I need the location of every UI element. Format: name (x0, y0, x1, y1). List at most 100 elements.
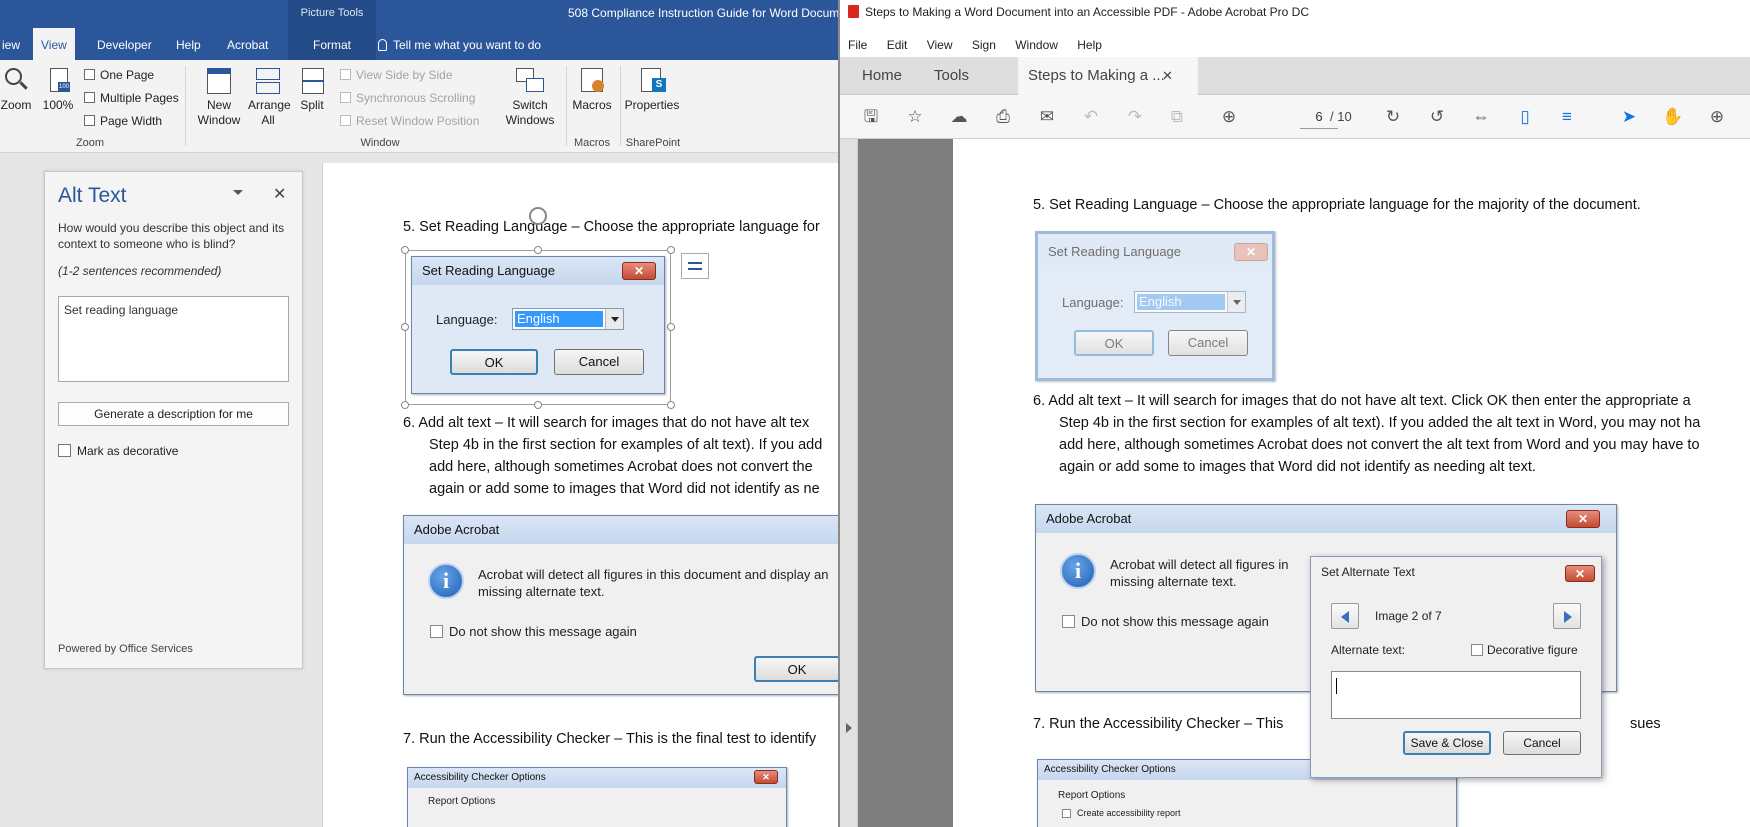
generate-description-button[interactable]: Generate a description for me (58, 402, 289, 426)
mark-decorative-checkbox[interactable]: Mark as decorative (58, 444, 178, 458)
language-select[interactable]: English (512, 308, 624, 330)
navigation-pane-toggle[interactable] (840, 139, 858, 827)
menu-window[interactable]: Window (1015, 38, 1058, 52)
page-background (858, 139, 953, 827)
word-ribbon: Zoom 100 100% One Page Multiple Pages Pa… (0, 60, 838, 153)
print-icon[interactable]: ⎙ (992, 106, 1014, 128)
multiple-pages-button[interactable]: Multiple Pages (84, 90, 179, 106)
resize-handle[interactable] (667, 401, 675, 409)
save-icon[interactable]: 🖫 (860, 106, 882, 128)
tab-format[interactable]: Format (288, 28, 376, 60)
acrobat-window: Steps to Making a Word Document into an … (838, 0, 1750, 827)
email-settings-icon[interactable]: ✉ (1036, 106, 1058, 128)
redo-icon[interactable]: ↷ (1124, 106, 1146, 128)
menu-edit[interactable]: Edit (887, 38, 908, 52)
upload-icon[interactable]: ☁ (948, 106, 970, 128)
resize-handle[interactable] (534, 401, 542, 409)
select-pointer-icon[interactable]: ➤ (1618, 106, 1640, 128)
zoom-group-label: Zoom (75, 137, 105, 149)
pdf-step6-line1: 6. Add alt text – It will search for ima… (1033, 393, 1691, 409)
tab-view[interactable]: View (33, 28, 75, 60)
star-icon[interactable]: ☆ (904, 106, 926, 128)
alt-text-recommendation: (1-2 sentences recommended) (58, 264, 222, 278)
menu-help[interactable]: Help (1077, 38, 1102, 52)
zoom-button[interactable]: Zoom (0, 66, 34, 113)
macros-group-label: Macros (573, 137, 611, 149)
dont-show-checkbox[interactable]: Do not show this message again (430, 624, 637, 639)
undo-icon[interactable]: ↶ (1080, 106, 1102, 128)
checkbox-box[interactable] (1471, 644, 1483, 656)
alternate-text-label: Alternate text: (1331, 643, 1406, 657)
tell-me-search[interactable]: Tell me what you want to do (378, 28, 541, 60)
resize-handle[interactable] (667, 323, 675, 331)
tab-acrobat[interactable]: Acrobat (219, 28, 276, 60)
zoom-in-icon[interactable]: ⊕ (1706, 106, 1728, 128)
menu-file[interactable]: File (848, 38, 867, 52)
image-counter: Image 2 of 7 (1375, 609, 1442, 623)
new-window-icon (205, 66, 233, 96)
zoom-100-button[interactable]: 100 100% (40, 66, 76, 113)
close-tab-button[interactable]: ✕ (1162, 57, 1173, 95)
rotate-handle-icon[interactable] (529, 207, 547, 225)
resize-handle[interactable] (401, 401, 409, 409)
new-window-button[interactable]: New Window (194, 66, 244, 128)
tab-home[interactable]: Home (862, 57, 902, 95)
layout-options-icon[interactable] (681, 253, 709, 279)
compare-icon[interactable]: ⧉ (1166, 106, 1188, 128)
rotate-counterclockwise-icon[interactable]: ↺ (1426, 106, 1448, 128)
tab-help[interactable]: Help (168, 28, 209, 60)
macros-button[interactable]: Macros (568, 66, 616, 113)
alternate-text-input[interactable] (1331, 671, 1581, 719)
dont-show-label: Do not show this message again (449, 624, 637, 639)
switch-windows-button[interactable]: Switch Windows (500, 66, 560, 128)
alt-text-input[interactable]: Set reading language (58, 296, 289, 382)
resize-handle[interactable] (667, 246, 675, 254)
menu-view[interactable]: View (927, 38, 953, 52)
tab-tools[interactable]: Tools (934, 57, 969, 95)
next-image-button[interactable] (1553, 603, 1581, 629)
ok-button[interactable]: OK (754, 656, 838, 682)
rotate-clockwise-icon[interactable]: ↻ (1382, 106, 1404, 128)
acrobat-message-line2: missing alternate text. (1110, 574, 1237, 589)
chevron-down-icon[interactable] (605, 309, 623, 329)
text-cursor (1336, 678, 1337, 694)
checkbox-box[interactable] (58, 444, 71, 457)
save-close-button[interactable]: Save & Close (1403, 731, 1491, 755)
arrange-all-button[interactable]: Arrange All (246, 66, 291, 128)
tab-review[interactable]: iew (0, 28, 28, 60)
previous-page-icon[interactable]: ⊕ (1218, 106, 1240, 128)
decorative-figure-checkbox[interactable]: Decorative figure (1471, 643, 1578, 657)
close-icon: ✕ (1566, 510, 1600, 528)
single-page-view-icon[interactable]: ▯ (1514, 106, 1536, 128)
lightbulb-icon (378, 39, 387, 51)
resize-handle[interactable] (401, 323, 409, 331)
menu-sign[interactable]: Sign (972, 38, 996, 52)
cancel-button[interactable]: Cancel (1503, 731, 1581, 755)
close-icon[interactable]: ✕ (1565, 565, 1595, 582)
chevron-down-icon[interactable] (233, 190, 243, 195)
resize-handle[interactable] (534, 246, 542, 254)
close-icon[interactable]: ✕ (754, 770, 778, 784)
resize-handle[interactable] (401, 246, 409, 254)
sharepoint-group-label: SharePoint (625, 137, 681, 149)
close-icon[interactable]: ✕ (622, 262, 656, 280)
close-pane-button[interactable]: ✕ (273, 184, 286, 204)
step6-line3: add here, although sometimes Acrobat doe… (429, 459, 813, 475)
page-width-button[interactable]: Page Width (84, 113, 162, 129)
cancel-button[interactable]: Cancel (554, 349, 644, 375)
previous-image-button[interactable] (1331, 603, 1359, 629)
sync-scrolling-button[interactable]: Synchronous Scrolling (340, 90, 475, 106)
step6-line1: 6. Add alt text – It will search for ima… (403, 415, 810, 431)
ok-button[interactable]: OK (450, 349, 538, 375)
fit-width-icon[interactable]: ⇔ (1470, 106, 1492, 128)
hand-tool-icon[interactable]: ✋ (1662, 106, 1684, 128)
one-page-button[interactable]: One Page (84, 67, 154, 83)
reset-window-button[interactable]: Reset Window Position (340, 113, 479, 129)
acrobat-tabs: Home Tools Steps to Making a ... ✕ (840, 57, 1750, 95)
properties-button[interactable]: S Properties (622, 66, 682, 113)
split-button[interactable]: Split (294, 66, 330, 113)
view-side-by-side-button[interactable]: View Side by Side (340, 67, 453, 83)
tab-developer[interactable]: Developer (89, 28, 160, 60)
checkbox-box[interactable] (430, 625, 443, 638)
scrolling-mode-icon[interactable]: ≡ (1556, 106, 1578, 128)
